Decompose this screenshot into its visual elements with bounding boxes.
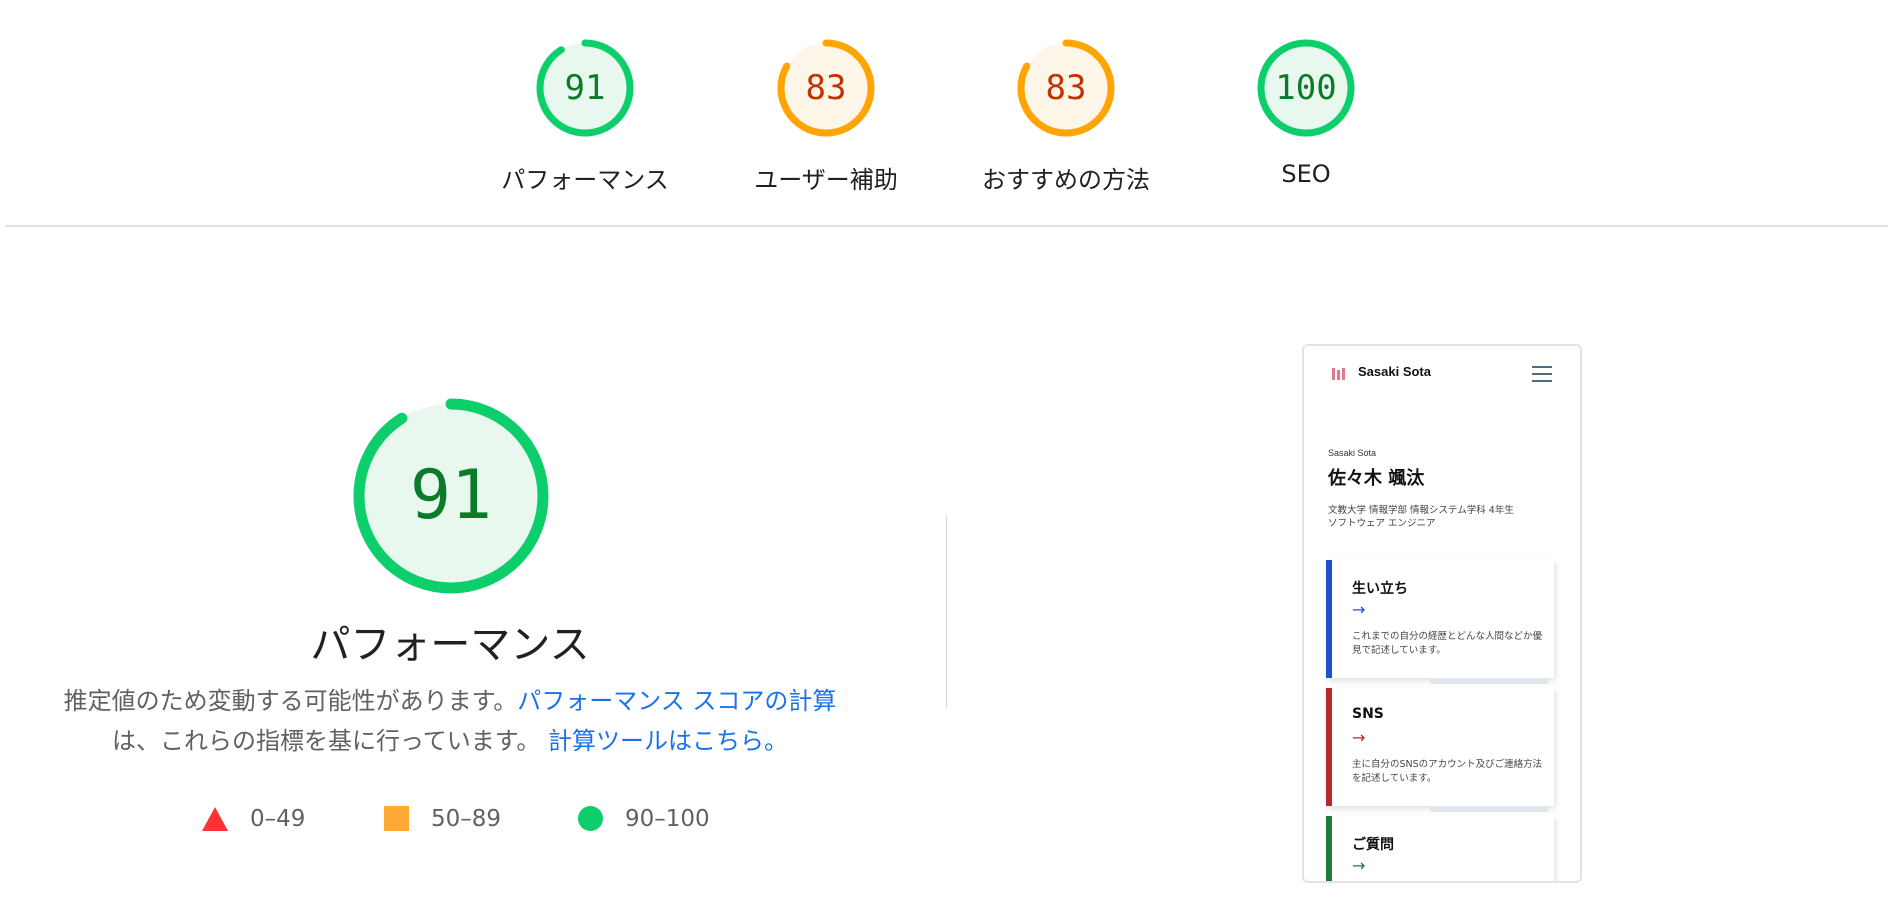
performance-score: 91 [410, 456, 492, 535]
gauge-ring: 83 [774, 36, 878, 140]
arrow-right-icon: → [1352, 856, 1366, 875]
hamburger-icon [1532, 366, 1552, 382]
legend-range: 0–49 [250, 805, 306, 832]
gauge-ring: 83 [1014, 36, 1118, 140]
performance-title: パフォーマンス [310, 622, 590, 668]
card-accent [1326, 560, 1332, 678]
header-divider [5, 225, 1888, 227]
card-sns: SNS → 主に自分のSNSのアカウント及びご連絡方法を記述しています。 [1326, 688, 1554, 812]
card-shadow [1430, 806, 1548, 812]
hero-name: 佐々木 颯汰 [1328, 468, 1425, 489]
legend-pass: 90–100 [578, 800, 710, 836]
legend-range: 50–89 [431, 805, 502, 832]
triangle-icon [202, 806, 228, 831]
legend-fail: 0–49 [202, 800, 305, 836]
card-shadow [1430, 678, 1548, 684]
hero-description-line: 文教大学 情報学部 情報システム学科 4年生 [1328, 505, 1514, 516]
card-accent [1326, 816, 1332, 881]
gauge-ring: 91 [533, 36, 637, 140]
card-text: 主に自分のSNSのアカウント及びご連絡方法を記述しています。 [1352, 759, 1543, 784]
card-questions: ご質問 → [1326, 816, 1554, 881]
gauge-label: ユーザー補助 [754, 166, 898, 194]
legend-range: 90–100 [625, 805, 710, 832]
vertical-divider [946, 515, 947, 708]
gauge-accessibility[interactable]: 83 ユーザー補助 [736, 36, 916, 195]
performance-gauge-large: 91 [349, 394, 553, 598]
arrow-right-icon: → [1352, 728, 1366, 747]
performance-description: 推定値のため変動する可能性があります。パフォーマンス スコアの計算 は、これらの… [50, 681, 850, 761]
card-title: 生い立ち [1352, 581, 1408, 597]
gauge-score: 91 [564, 68, 606, 108]
gauge-label: パフォーマンス [501, 166, 669, 194]
description-text: は、これらの指標を基に行っています。 [111, 727, 541, 755]
gauge-score: 83 [1045, 68, 1087, 108]
hero-description: 文教大学 情報学部 情報システム学科 4年生 ソフトウェア エンジニア [1328, 504, 1558, 530]
card-accent [1326, 688, 1332, 806]
arrow-right-icon: → [1352, 600, 1366, 619]
score-legend: 0–49 50–89 90–100 [0, 800, 900, 840]
gauge-label: SEO [1281, 160, 1331, 188]
page-screenshot-thumbnail[interactable]: Sasaki Sota Sasaki Sota 佐々木 颯汰 文教大学 情報学部… [1302, 344, 1582, 883]
gauge-score: 83 [805, 68, 847, 108]
card-title: ご質問 [1352, 837, 1394, 853]
gauge-seo[interactable]: 100 SEO [1216, 36, 1396, 188]
square-icon [384, 806, 409, 831]
site-header: Sasaki Sota [1304, 346, 1580, 406]
category-gauges: 91 パフォーマンス 83 ユーザー補助 83 おすすめの方法 100 SEO [0, 0, 1888, 226]
card-title: SNS [1352, 706, 1384, 722]
site-logo-icon [1332, 368, 1346, 382]
legend-average: 50–89 [384, 800, 501, 836]
gauge-ring: 100 [1254, 36, 1358, 140]
gauge-best-practices[interactable]: 83 おすすめの方法 [976, 36, 1156, 195]
gauge-performance[interactable]: 91 パフォーマンス [495, 36, 675, 195]
hero-subtitle: Sasaki Sota [1328, 448, 1377, 458]
card-text: これまでの自分の経歴とどんな人間などか優見で記述しています。 [1352, 631, 1543, 656]
gauge-label: おすすめの方法 [982, 166, 1150, 194]
site-name: Sasaki Sota [1358, 364, 1431, 379]
hero-description-line: ソフトウェア エンジニア [1328, 518, 1436, 529]
calculator-link[interactable]: 計算ツールはこちら。 [548, 727, 788, 755]
description-text: 推定値のため変動する可能性があります。 [63, 687, 518, 715]
circle-icon [578, 806, 603, 831]
gauge-score: 100 [1275, 68, 1337, 108]
card-background: 生い立ち → これまでの自分の経歴とどんな人間などか優見で記述しています。 [1326, 560, 1554, 684]
score-calculation-link[interactable]: パフォーマンス スコアの計算 [517, 687, 836, 715]
